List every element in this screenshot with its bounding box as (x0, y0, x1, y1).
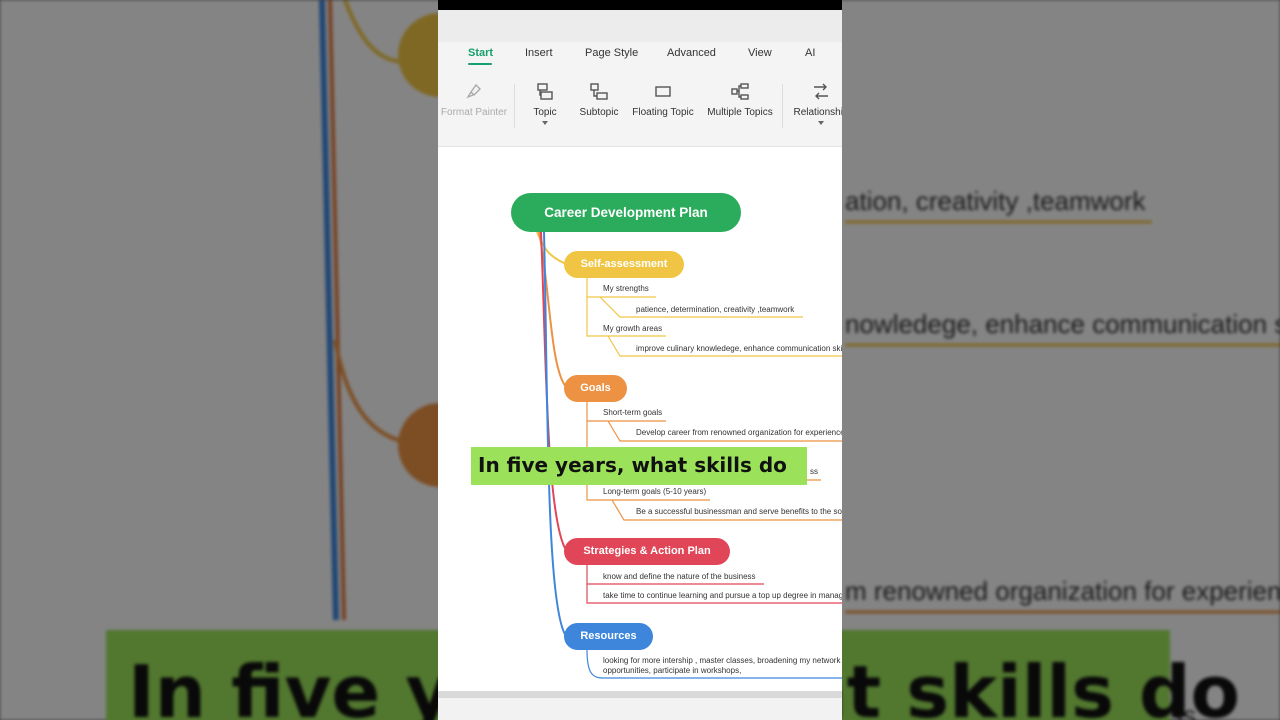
relationship-label: Relationship (793, 107, 842, 118)
multiple-topics-button[interactable]: Multiple Topics (707, 82, 773, 118)
short-term-goals-label[interactable]: Short-term goals (603, 408, 662, 417)
strengths-text[interactable]: patience, determination, creativity ,tea… (636, 305, 794, 314)
strategy-item[interactable]: know and define the nature of the busine… (603, 572, 756, 581)
long-term-goals-text[interactable]: Be a successful businessman and serve be… (636, 507, 842, 516)
short-term-goals-text[interactable]: Develop career from renowned organizatio… (636, 428, 842, 437)
topic-dropdown-caret-icon[interactable] (542, 121, 548, 125)
mindmap-canvas[interactable]: Career Development Plan Self-assessment … (438, 147, 842, 692)
paintbrush-icon (466, 83, 481, 99)
status-bar (438, 10, 842, 42)
caption-text: In five years, what skills do (478, 453, 787, 477)
tab-start[interactable]: Start (468, 47, 493, 59)
root-topic-node[interactable]: Career Development Plan (511, 193, 741, 232)
multiple-topics-icon (731, 83, 749, 100)
relationship-button[interactable]: Relationship (793, 82, 842, 125)
relationship-dropdown-caret-icon[interactable] (818, 121, 824, 125)
format-painter-button[interactable]: Format Painter (440, 82, 508, 118)
self-assessment-node[interactable]: Self-assessment (564, 251, 684, 278)
subtopic-button[interactable]: Subtopic (578, 82, 620, 118)
toolbar-separator (514, 84, 515, 128)
top-black-bar (438, 0, 842, 10)
active-tab-underline (468, 63, 492, 65)
ribbon-toolbar: Format Painter Topic Subtopic Floating T… (438, 66, 842, 147)
strategy-item[interactable]: take time to continue learning and pursu… (603, 591, 842, 600)
hidden-goal-text[interactable]: ss (810, 467, 818, 476)
strategies-node[interactable]: Strategies & Action Plan (564, 538, 730, 565)
menu-tabs: Start Insert Page Style Advanced View AI (438, 42, 842, 66)
tab-ai[interactable]: AI (805, 47, 815, 59)
subtopic-icon (590, 83, 608, 100)
tab-insert[interactable]: Insert (525, 47, 553, 59)
tab-advanced[interactable]: Advanced (667, 47, 716, 59)
resources-node[interactable]: Resources (564, 623, 653, 650)
format-painter-label: Format Painter (440, 107, 508, 118)
multiple-topics-label: Multiple Topics (707, 107, 773, 118)
floating-topic-button[interactable]: Floating Topic (632, 82, 694, 118)
resources-text-line1[interactable]: looking for more intership , master clas… (603, 656, 840, 665)
topic-label: Topic (533, 107, 557, 118)
floating-topic-label: Floating Topic (632, 107, 694, 118)
bottom-scroll-rule (438, 691, 842, 698)
topic-button[interactable]: Topic (528, 82, 562, 125)
tab-page-style[interactable]: Page Style (585, 47, 638, 59)
subtopic-label: Subtopic (579, 107, 619, 118)
goals-node[interactable]: Goals (564, 375, 627, 402)
long-term-goals-label[interactable]: Long-term goals (5-10 years) (603, 487, 706, 496)
floating-topic-icon (655, 86, 671, 97)
toolbar-separator (782, 84, 783, 128)
strengths-label[interactable]: My strengths (603, 284, 649, 293)
resources-text-line2[interactable]: opportunities, participate in workshops, (603, 666, 741, 675)
relationship-icon (814, 83, 828, 100)
app-screen: Start Insert Page Style Advanced View AI… (438, 0, 842, 720)
growth-areas-text[interactable]: improve culinary knowledege, enhance com… (636, 344, 842, 353)
topic-icon (537, 83, 553, 100)
growth-areas-label[interactable]: My growth areas (603, 324, 662, 333)
tab-view[interactable]: View (748, 47, 772, 59)
bottom-area (438, 698, 842, 720)
